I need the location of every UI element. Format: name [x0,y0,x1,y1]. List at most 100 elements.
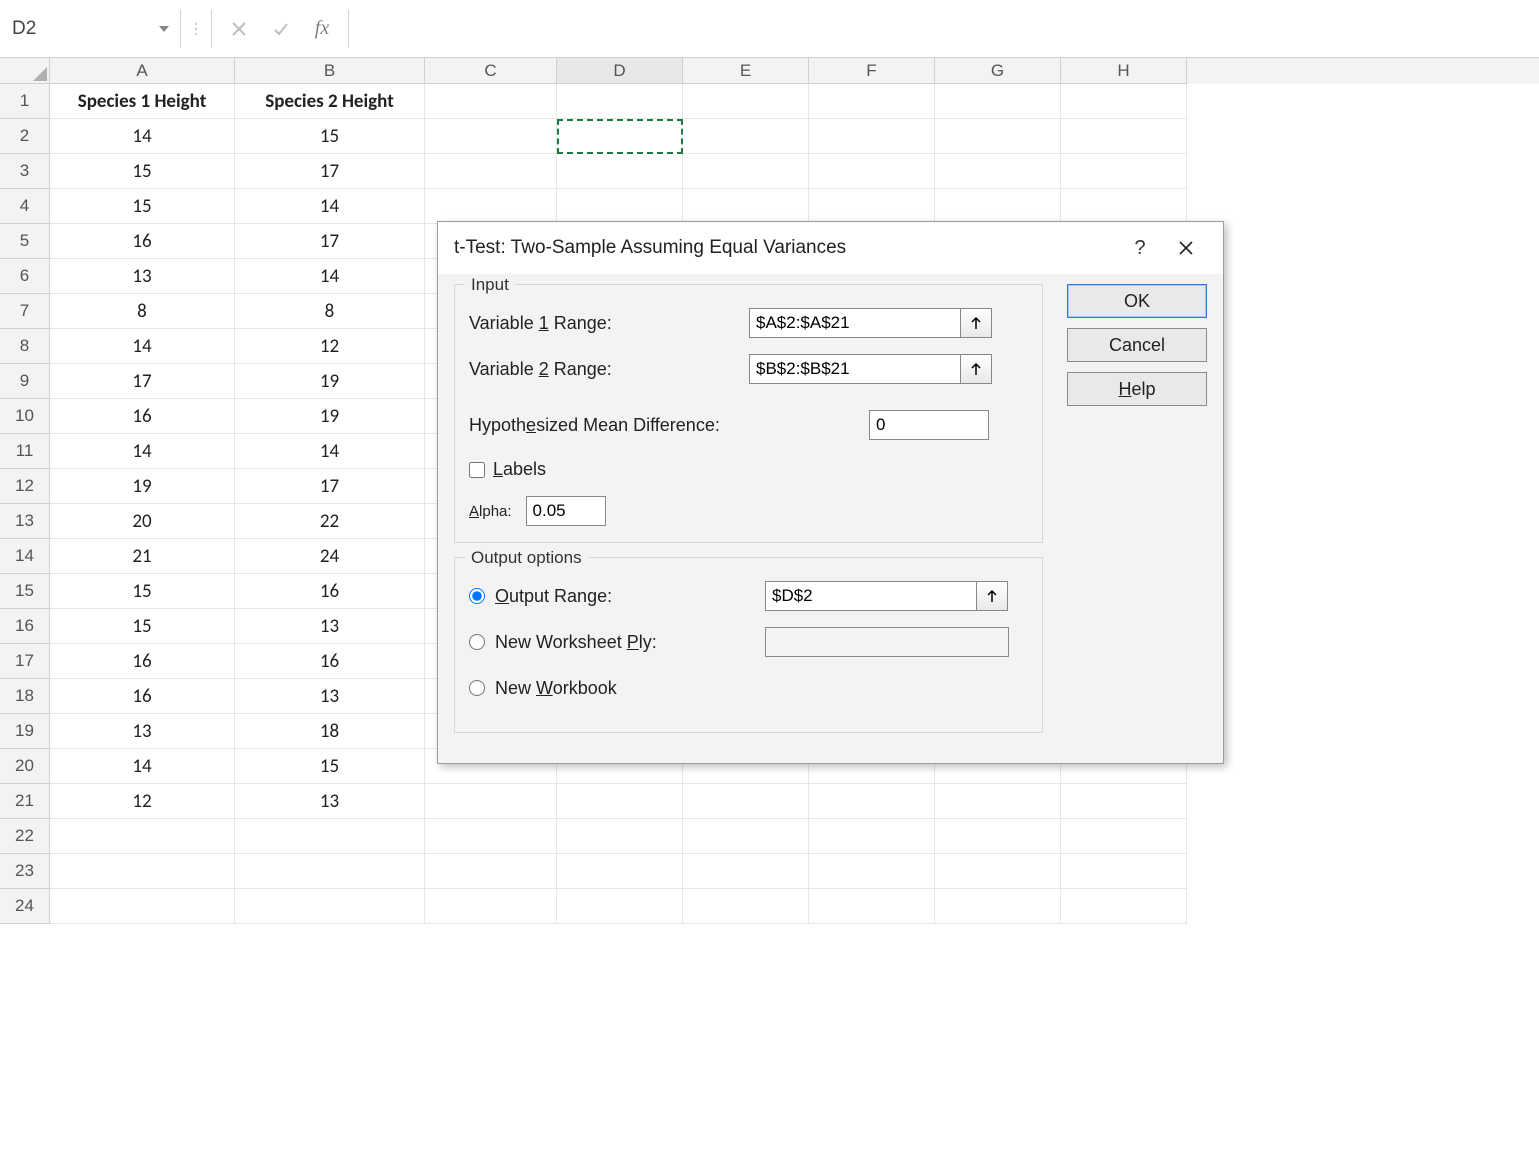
cell-H24[interactable] [1061,889,1187,924]
row-header-20[interactable]: 20 [0,749,50,784]
row-header-18[interactable]: 18 [0,679,50,714]
cell-B11[interactable]: 14 [235,434,425,469]
cell-B3[interactable]: 17 [235,154,425,189]
cell-B14[interactable]: 24 [235,539,425,574]
cell-F3[interactable] [809,154,935,189]
cell-E1[interactable] [683,84,809,119]
select-all-button[interactable] [0,58,50,84]
cell-F23[interactable] [809,854,935,889]
cell-A9[interactable]: 17 [50,364,235,399]
column-header-H[interactable]: H [1061,58,1187,84]
row-header-24[interactable]: 24 [0,889,50,924]
cell-B2[interactable]: 15 [235,119,425,154]
cell-A20[interactable]: 14 [50,749,235,784]
cell-B1[interactable]: Species 2 Height [235,84,425,119]
variable1-range-input[interactable] [749,308,961,338]
cell-A15[interactable]: 15 [50,574,235,609]
cell-B10[interactable]: 19 [235,399,425,434]
column-header-A[interactable]: A [50,58,235,84]
cell-G1[interactable] [935,84,1061,119]
name-box-dropdown[interactable] [154,10,174,48]
cell-H22[interactable] [1061,819,1187,854]
cell-A21[interactable]: 12 [50,784,235,819]
new-workbook-radio[interactable] [469,680,485,696]
cell-F1[interactable] [809,84,935,119]
row-header-14[interactable]: 14 [0,539,50,574]
cell-C1[interactable] [425,84,557,119]
cell-F2[interactable] [809,119,935,154]
row-header-17[interactable]: 17 [0,644,50,679]
formula-input[interactable] [355,10,1535,48]
cell-A7[interactable]: 8 [50,294,235,329]
cell-A11[interactable]: 14 [50,434,235,469]
cell-E3[interactable] [683,154,809,189]
cell-D2[interactable] [557,119,683,154]
cell-A16[interactable]: 15 [50,609,235,644]
fx-icon[interactable]: fx [302,17,342,40]
row-header-16[interactable]: 16 [0,609,50,644]
cell-F21[interactable] [809,784,935,819]
cell-D24[interactable] [557,889,683,924]
cell-A23[interactable] [50,854,235,889]
cell-B17[interactable]: 16 [235,644,425,679]
cell-H3[interactable] [1061,154,1187,189]
cell-C23[interactable] [425,854,557,889]
cell-A13[interactable]: 20 [50,504,235,539]
cell-B23[interactable] [235,854,425,889]
cell-A14[interactable]: 21 [50,539,235,574]
row-header-8[interactable]: 8 [0,329,50,364]
row-header-23[interactable]: 23 [0,854,50,889]
row-header-5[interactable]: 5 [0,224,50,259]
cell-A1[interactable]: Species 1 Height [50,84,235,119]
column-header-E[interactable]: E [683,58,809,84]
cell-B7[interactable]: 8 [235,294,425,329]
row-header-3[interactable]: 3 [0,154,50,189]
cell-C21[interactable] [425,784,557,819]
name-box[interactable]: D2 [4,10,154,48]
cell-H23[interactable] [1061,854,1187,889]
cell-E2[interactable] [683,119,809,154]
cell-D1[interactable] [557,84,683,119]
cell-B22[interactable] [235,819,425,854]
cell-A10[interactable]: 16 [50,399,235,434]
row-header-9[interactable]: 9 [0,364,50,399]
cell-B9[interactable]: 19 [235,364,425,399]
cell-A2[interactable]: 14 [50,119,235,154]
dialog-help-button[interactable]: ? [1117,225,1163,271]
output-range-picker[interactable] [976,581,1008,611]
cell-A24[interactable] [50,889,235,924]
cell-D23[interactable] [557,854,683,889]
column-header-G[interactable]: G [935,58,1061,84]
cell-B19[interactable]: 18 [235,714,425,749]
cell-H1[interactable] [1061,84,1187,119]
cell-G24[interactable] [935,889,1061,924]
cell-C2[interactable] [425,119,557,154]
cell-D22[interactable] [557,819,683,854]
row-header-4[interactable]: 4 [0,189,50,224]
cell-C4[interactable] [425,189,557,224]
cell-B20[interactable]: 15 [235,749,425,784]
cell-G23[interactable] [935,854,1061,889]
column-header-F[interactable]: F [809,58,935,84]
row-header-21[interactable]: 21 [0,784,50,819]
cell-H2[interactable] [1061,119,1187,154]
labels-checkbox[interactable] [469,462,485,478]
cell-G3[interactable] [935,154,1061,189]
cell-E23[interactable] [683,854,809,889]
cell-B5[interactable]: 17 [235,224,425,259]
cell-E24[interactable] [683,889,809,924]
dialog-close-button[interactable] [1163,225,1209,271]
cell-E22[interactable] [683,819,809,854]
cell-F24[interactable] [809,889,935,924]
cell-A22[interactable] [50,819,235,854]
cell-F22[interactable] [809,819,935,854]
output-range-input[interactable] [765,581,977,611]
cell-C3[interactable] [425,154,557,189]
cell-A12[interactable]: 19 [50,469,235,504]
cell-A17[interactable]: 16 [50,644,235,679]
row-header-22[interactable]: 22 [0,819,50,854]
cell-A5[interactable]: 16 [50,224,235,259]
cell-A18[interactable]: 16 [50,679,235,714]
row-header-11[interactable]: 11 [0,434,50,469]
cell-D21[interactable] [557,784,683,819]
